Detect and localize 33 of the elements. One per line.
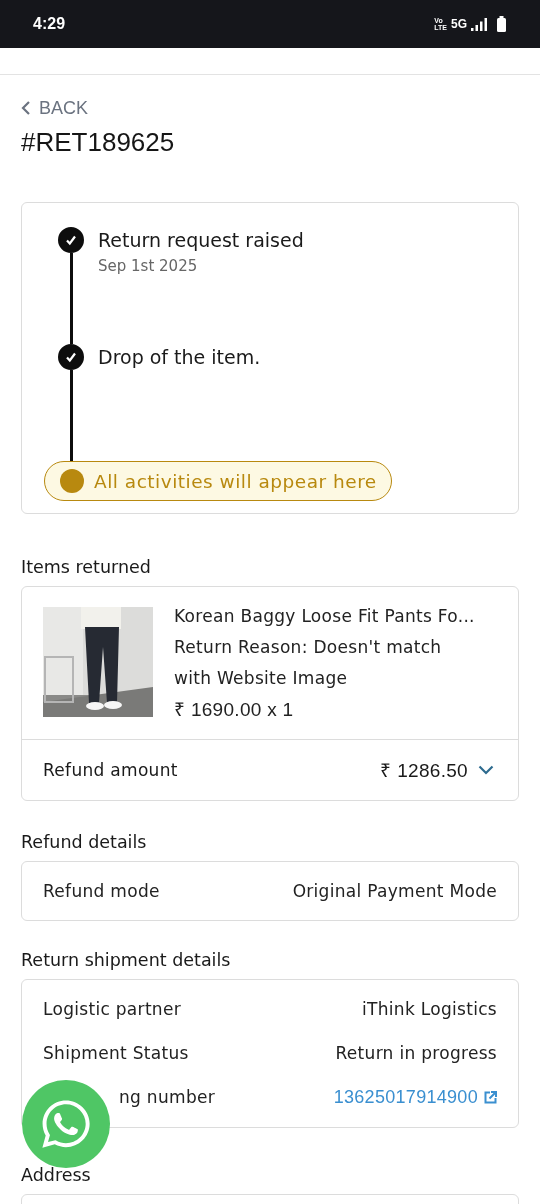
back-button[interactable]: BACK bbox=[21, 95, 89, 121]
section-heading: Items returned bbox=[21, 556, 152, 578]
status-time: 4:29 bbox=[33, 15, 66, 33]
return-reason: Return Reason: Doesn't match with Website Image bbox=[174, 636, 443, 690]
detail-label: ng number bbox=[119, 1087, 216, 1107]
detail-value: iThink Logistics bbox=[362, 999, 497, 1019]
detail-label: Logistic partner bbox=[43, 999, 181, 1019]
notice-text: All activities will appear here bbox=[94, 470, 377, 492]
product-name: Korean Baggy Loose Fit Pants Fo... bbox=[174, 605, 474, 628]
network-label: 5G bbox=[451, 17, 467, 31]
refund-amount-row[interactable]: Refund amount ₹ 1286.50 bbox=[22, 739, 518, 800]
section-heading: Return shipment details bbox=[21, 949, 232, 971]
refund-label: Refund amount bbox=[43, 760, 178, 780]
detail-value: Return in progress bbox=[335, 1043, 497, 1063]
battery-icon bbox=[497, 16, 506, 32]
signal-icon bbox=[471, 17, 487, 31]
section-heading: Address bbox=[21, 1164, 92, 1186]
step-date: Sep 1st 2025 bbox=[98, 257, 199, 275]
check-icon bbox=[65, 351, 77, 363]
refund-value: ₹ 1286.50 bbox=[380, 759, 468, 783]
section-heading: Refund details bbox=[21, 831, 148, 853]
detail-value: Original Payment Mode bbox=[292, 881, 497, 901]
step-title: Drop of the item. bbox=[98, 346, 261, 368]
product-price: ₹ 1690.00 x 1 bbox=[174, 698, 295, 722]
tracking-link[interactable]: 13625017914900 bbox=[333, 1086, 497, 1108]
external-link-icon bbox=[484, 1090, 497, 1104]
step-title: Return request raised bbox=[98, 229, 304, 251]
chevron-left-icon bbox=[21, 100, 31, 116]
return-id-title: #RET189625 bbox=[21, 127, 176, 158]
detail-label: Refund mode bbox=[43, 881, 160, 901]
chat-bubble-icon bbox=[39, 1097, 93, 1151]
detail-label: Shipment Status bbox=[43, 1043, 189, 1063]
check-icon bbox=[65, 234, 77, 246]
